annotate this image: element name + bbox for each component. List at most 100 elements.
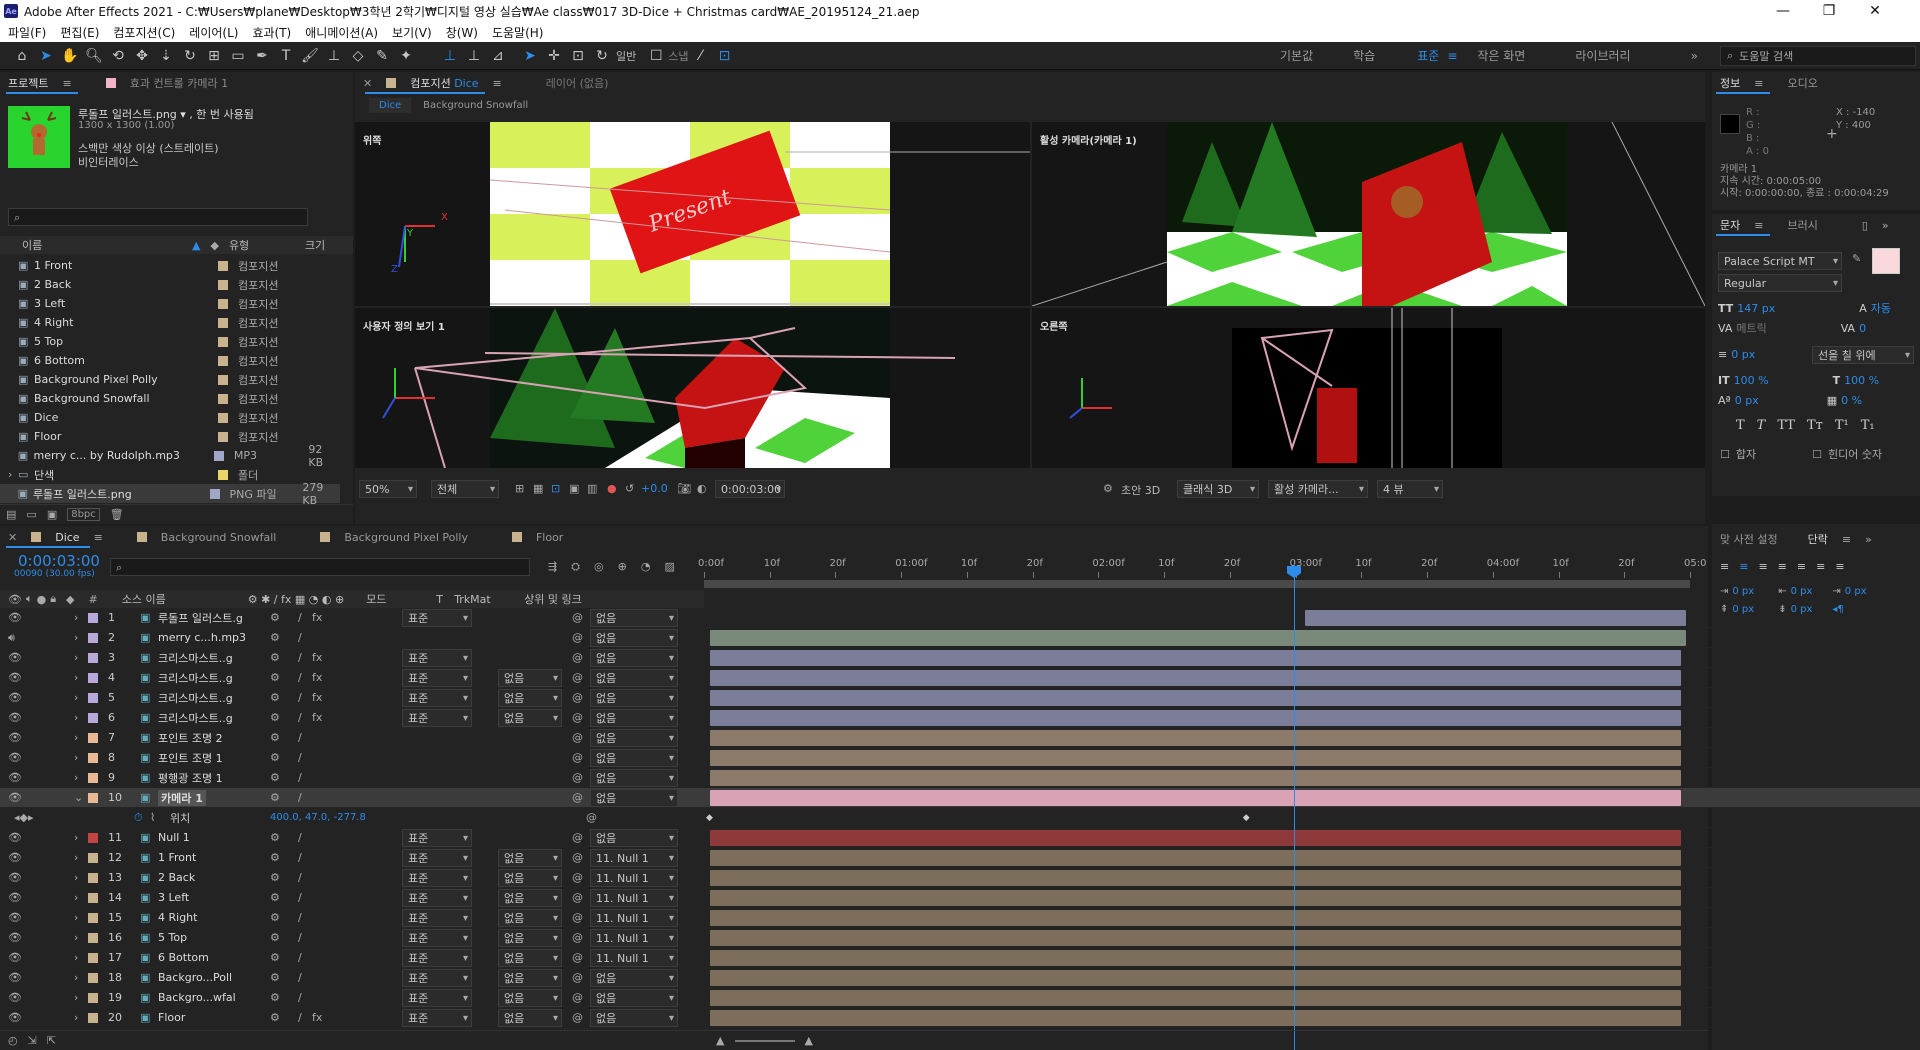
justify-right-icon[interactable]: ≡ — [1816, 560, 1825, 573]
home-icon[interactable]: ⌂ — [10, 45, 34, 67]
anchor-tool-icon[interactable]: ⊞ — [202, 45, 226, 67]
stamp-tool-icon[interactable]: ⊥ — [322, 45, 346, 67]
frame-blending-icon[interactable]: ⊕ — [618, 560, 627, 574]
graph-icon[interactable]: ⌇ — [150, 811, 155, 824]
parent-dropdown[interactable]: 없음 — [590, 629, 678, 647]
twirl-arrow-icon[interactable]: › — [74, 611, 78, 624]
pickwhip-icon[interactable]: @ — [572, 731, 583, 744]
stroke-width-value[interactable]: 0 px — [1731, 348, 1755, 361]
label-swatch[interactable] — [218, 431, 228, 442]
track-matte-dropdown[interactable]: 없음 — [498, 949, 562, 967]
twirl-arrow-icon[interactable]: › — [74, 771, 78, 784]
project-item[interactable]: ▣ 2 Back 컴포지션 — [0, 275, 340, 294]
blend-mode-dropdown[interactable]: 표준 — [402, 869, 472, 887]
shy-switch-icon[interactable]: ⚙ — [270, 711, 280, 724]
hand-tool-icon[interactable]: ✋ — [58, 45, 82, 67]
type-tool-icon[interactable]: T — [274, 45, 298, 67]
layer-row[interactable]: 👁︎ › 13 ▣ 2 Back ⚙ ∕ 표준 없음 @11. Null 1 — [0, 868, 1920, 888]
shy-switch-icon[interactable]: ⚙ — [270, 1011, 280, 1024]
rectangle-tool-icon[interactable]: ▭ — [226, 45, 250, 67]
small-caps-button[interactable]: Tт — [1807, 418, 1823, 433]
visibility-eye-icon[interactable]: 👁︎ — [8, 751, 22, 764]
panel-maximize-icon[interactable]: ▯ — [1862, 219, 1868, 232]
maximize-button[interactable]: ❐ — [1806, 0, 1852, 22]
twirl-arrow-icon[interactable]: › — [74, 651, 78, 664]
indent-right-value[interactable]: 0 px — [1791, 586, 1813, 597]
visibility-eye-icon[interactable]: 👁︎ — [8, 971, 22, 984]
project-item[interactable]: ▣ Background Pixel Polly 컴포지션 — [0, 370, 340, 389]
new-comp-icon[interactable]: ▣ — [47, 508, 57, 521]
quality-switch-icon[interactable]: ∕ — [298, 631, 302, 644]
viewport-custom-view[interactable]: 사용자 정의 보기 1 — [355, 308, 1030, 468]
panel-menu-icon[interactable]: ≡ — [493, 77, 502, 90]
panel-menu-icon[interactable]: ≡ — [1842, 533, 1851, 546]
pickwhip-icon[interactable]: @ — [572, 911, 583, 924]
pickwhip-icon[interactable]: @ — [572, 791, 583, 804]
twirl-arrow-icon[interactable]: › — [74, 851, 78, 864]
time-ruler[interactable]: 0:00f 10f 20f 01:00f 10f 20f 02:00f 10f 20f 03:00… — [698, 554, 1706, 590]
pickwhip-icon[interactable]: @ — [572, 651, 583, 664]
blend-mode-dropdown[interactable]: 표준 — [402, 889, 472, 907]
minimize-button[interactable]: — — [1760, 0, 1806, 22]
menu-view[interactable]: 보기(V) — [392, 24, 432, 41]
quality-switch-icon[interactable]: ∕ — [298, 931, 302, 944]
col-t[interactable]: T — [436, 593, 454, 606]
tab-character[interactable]: 문자 — [1720, 217, 1740, 233]
eraser-tool-icon[interactable]: ◇ — [346, 45, 370, 67]
project-item[interactable]: ▣ merry c... by Rudolph.mp3 MP3 92 KB — [0, 443, 340, 469]
pickwhip-icon[interactable]: @ — [572, 831, 583, 844]
panel-menu-icon[interactable]: ≡ — [1754, 77, 1763, 90]
toggle-view-icon[interactable]: ▥ — [587, 482, 597, 495]
shy-switch-icon[interactable]: ⚙ — [270, 891, 280, 904]
workspace-expand-icon[interactable]: » — [1691, 49, 1698, 63]
blend-mode-dropdown[interactable]: 표준 — [402, 849, 472, 867]
fill-color-swatch[interactable] — [1872, 248, 1900, 274]
layer-duration-bar[interactable] — [710, 630, 1686, 646]
layer-duration-bar[interactable] — [710, 650, 1682, 666]
blend-mode-dropdown[interactable]: 표준 — [402, 669, 472, 687]
label-col-icon[interactable]: ◆ — [210, 239, 218, 252]
shy-switch-icon[interactable]: ⚙ — [270, 911, 280, 924]
layer-row[interactable]: 👁︎ › 18 ▣ Backgro...Poll ⚙ ∕ 표준 없음 @ 없음 — [0, 968, 1920, 988]
layer-label-swatch[interactable] — [88, 653, 98, 663]
tab-project[interactable]: 프로젝트 — [8, 75, 48, 91]
visibility-eye-icon[interactable]: 👁︎ — [8, 931, 22, 944]
layer-duration-bar[interactable] — [710, 870, 1682, 886]
visibility-eye-icon[interactable]: 👁︎ — [8, 951, 22, 964]
pickwhip-icon[interactable]: @ — [572, 951, 583, 964]
pickwhip-icon[interactable]: @ — [572, 671, 583, 684]
parent-dropdown[interactable]: 없음 — [590, 749, 678, 767]
panel-menu-icon[interactable]: ≡ — [1754, 219, 1763, 232]
visibility-eye-icon[interactable]: 👁︎ — [8, 731, 22, 744]
layer-row[interactable]: 🔊︎ › 2 ▣ merry c...h.mp3 ⚙ ∕ @ 없음 — [0, 628, 1920, 648]
shy-switch-icon[interactable]: ⚙ — [270, 851, 280, 864]
layer-name[interactable]: 6 Bottom — [158, 951, 209, 964]
layer-name[interactable]: 루돌프 일러스트.g — [158, 610, 243, 626]
parent-dropdown[interactable]: 11. Null 1 — [590, 929, 678, 947]
layer-label-swatch[interactable] — [88, 673, 98, 683]
layer-row[interactable]: 👁︎ ⌄ 10 ▣ 카메라 1 ⚙ ∕ @ 없음 — [0, 788, 1920, 808]
parent-dropdown[interactable]: 없음 — [590, 969, 678, 987]
layer-label-swatch[interactable] — [88, 913, 98, 923]
blend-mode-dropdown[interactable]: 표준 — [402, 949, 472, 967]
layer-row[interactable]: 👁︎ › 1 ▣ 루돌프 일러스트.g ⚙ ∕ fx 표준 @ 없음 — [0, 608, 1920, 628]
visibility-eye-icon[interactable]: 👁︎ — [8, 891, 22, 904]
menu-layer[interactable]: 레이어(L) — [189, 24, 238, 41]
pickwhip-icon[interactable]: @ — [572, 711, 583, 724]
layer-name[interactable]: 1 Front — [158, 851, 196, 864]
twirl-arrow-icon[interactable]: › — [74, 991, 78, 1004]
project-item[interactable]: ▣ 5 Top 컴포지션 — [0, 332, 340, 351]
fx-switch-icon[interactable]: fx — [312, 611, 322, 624]
layer-label-swatch[interactable] — [88, 833, 98, 843]
menu-help[interactable]: 도움말(H) — [492, 24, 544, 41]
track-matte-dropdown[interactable]: 없음 — [498, 969, 562, 987]
zoom-dropdown[interactable]: 50% — [359, 480, 417, 498]
layer-label-swatch[interactable] — [88, 693, 98, 703]
layer-row[interactable]: 👁︎ › 14 ▣ 3 Left ⚙ ∕ 표준 없음 @11. Null 1 — [0, 888, 1920, 908]
tracking-value[interactable]: 0 — [1859, 322, 1866, 335]
shy-switch-icon[interactable]: ⚙ — [270, 731, 280, 744]
twirl-arrow-icon[interactable]: › — [74, 951, 78, 964]
parent-dropdown[interactable]: 11. Null 1 — [590, 909, 678, 927]
layer-name[interactable]: 크리스마스트..g — [158, 710, 233, 726]
visibility-eye-icon[interactable]: 👁︎ — [8, 651, 22, 664]
